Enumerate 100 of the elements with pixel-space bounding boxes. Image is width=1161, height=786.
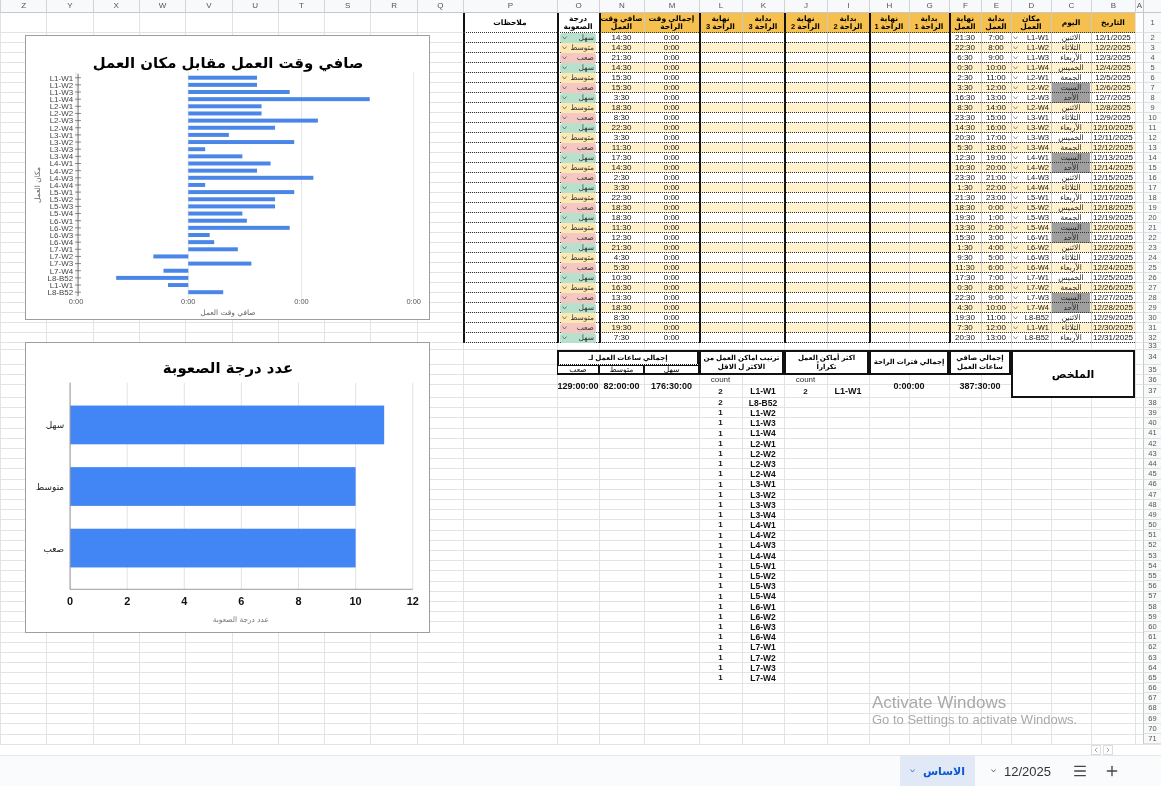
column-letter[interactable]: F [949,0,981,13]
date-cell-text: 12/13/2025 [1092,153,1135,163]
column-letter[interactable]: Q [416,0,463,13]
column-letter[interactable]: W [138,0,186,13]
column-letter[interactable]: D [1011,0,1051,13]
select-all-corner[interactable] [1143,0,1161,13]
column-letter[interactable]: H [869,0,909,13]
caret-icon [1013,216,1018,220]
time-cell-text: 10:30 [954,163,976,173]
column-letter[interactable]: L [699,0,742,13]
time-cell-text: 21:30 [954,33,976,43]
date-cell-text: 12/7/2025 [1094,93,1132,103]
time-cell-text: 0:00 [662,213,681,223]
time-cell-text: 22:00 [985,183,1007,193]
caret-icon [991,769,996,774]
column-letter[interactable]: T [277,0,325,13]
caret-icon [1013,196,1018,200]
category-label: L1-W3 [49,87,74,97]
date-cell-text: 12/4/2025 [1094,63,1132,73]
scroll-right-button[interactable] [1103,745,1113,756]
time-cell-text: 10:30 [610,273,633,283]
category-label: سهل [45,420,65,431]
time-cell-text: 0:00 [662,153,681,163]
column-letter[interactable]: K [742,0,784,13]
time-cell-text: 0:00 [662,183,681,193]
date-cell-text: 12/20/2025 [1092,223,1135,233]
column-letter[interactable]: O [557,0,599,13]
caret-icon [562,136,567,140]
column-letter[interactable]: V [185,0,232,13]
time-cell-text: 18:00 [985,143,1007,153]
column-letter[interactable]: I [827,0,869,13]
time-cell-text: 14:30 [610,63,633,73]
time-cell-text: 23:30 [954,173,976,183]
caret-icon [562,46,567,50]
category-label: متوسط [36,482,65,492]
count-value: 1 [717,611,724,623]
time-cell-text: 14:30 [954,123,976,133]
column-letter[interactable]: R [370,0,417,13]
column-letter[interactable]: M [644,0,699,13]
time-cell-text: 14:30 [610,33,633,43]
sheet-tab[interactable]: 12/2025 [981,756,1061,786]
bar [188,154,243,159]
place-value: L3-W2 [749,489,777,500]
column-letter[interactable]: P [463,0,557,13]
date-cell-text: 12/14/2025 [1092,163,1135,173]
date-cell-text: 12/22/2025 [1092,243,1135,253]
caret-icon [562,146,567,150]
summary-value: 0:00:00 [892,380,926,393]
time-cell-text: 22:30 [610,193,633,203]
caret-icon [562,306,567,310]
time-cell-text: 7:30 [956,323,974,333]
time-cell-text: 13:30 [610,293,633,303]
time-cell-text: 18:30 [610,213,633,223]
category-label: صعب [43,543,65,554]
place-value: L5-W1 [749,561,777,572]
column-letter[interactable]: Y [46,0,93,13]
category-label: L2-W1 [49,102,74,112]
chart-title: صافي وقت العمل مقابل مكان العمل [92,53,364,72]
column-letter[interactable]: Z [0,0,47,13]
caret-icon [562,186,567,190]
place-value: L4-W2 [749,530,777,541]
scroll-left-button[interactable] [1091,745,1101,756]
time-cell-text: 0:00 [662,43,681,53]
caret-icon [1013,226,1018,230]
time-cell-text: 0:00 [662,63,681,73]
place-value: L7-W3 [749,662,777,674]
column-letter[interactable]: N [599,0,644,13]
time-cell-text: 0:00 [662,103,681,113]
time-cell-text: 3:00 [987,233,1005,243]
sheet-tab[interactable]: الاساس [899,756,975,786]
column-letter[interactable]: X [92,0,139,13]
time-cell-text: 6:00 [987,263,1005,273]
time-cell-text: 10:00 [985,303,1007,313]
column-letter[interactable]: B [1091,0,1135,13]
date-cell-text: 12/28/2025 [1092,303,1135,313]
column-letter[interactable]: E [981,0,1011,13]
category-label: L6-W3 [49,230,74,240]
bar [188,233,210,237]
category-label: L1-W4 [49,95,74,105]
count-value: 1 [717,632,724,643]
column-letter[interactable]: J [784,0,827,13]
column-letter[interactable]: G [909,0,949,13]
time-cell-text: 0:00 [662,193,681,203]
time-cell-text: 12:30 [610,233,633,243]
column-letter[interactable]: U [231,0,278,13]
column-letter[interactable]: S [324,0,371,13]
date-cell-text: 12/24/2025 [1092,263,1135,273]
column-letter[interactable]: A [1135,0,1143,13]
caret-icon [562,316,567,320]
caret-icon [562,56,567,60]
caret-icon [1013,236,1018,240]
category-label: L7-W3 [49,259,74,269]
column-letter[interactable]: C [1051,0,1091,13]
caret-icon [1013,256,1018,260]
time-cell-text: 20:00 [985,163,1007,173]
time-cell-text: 3:30 [612,133,631,143]
count-value: 1 [717,561,724,572]
caret-icon [562,106,567,110]
caret-icon [562,166,567,170]
caret-icon [562,176,567,180]
